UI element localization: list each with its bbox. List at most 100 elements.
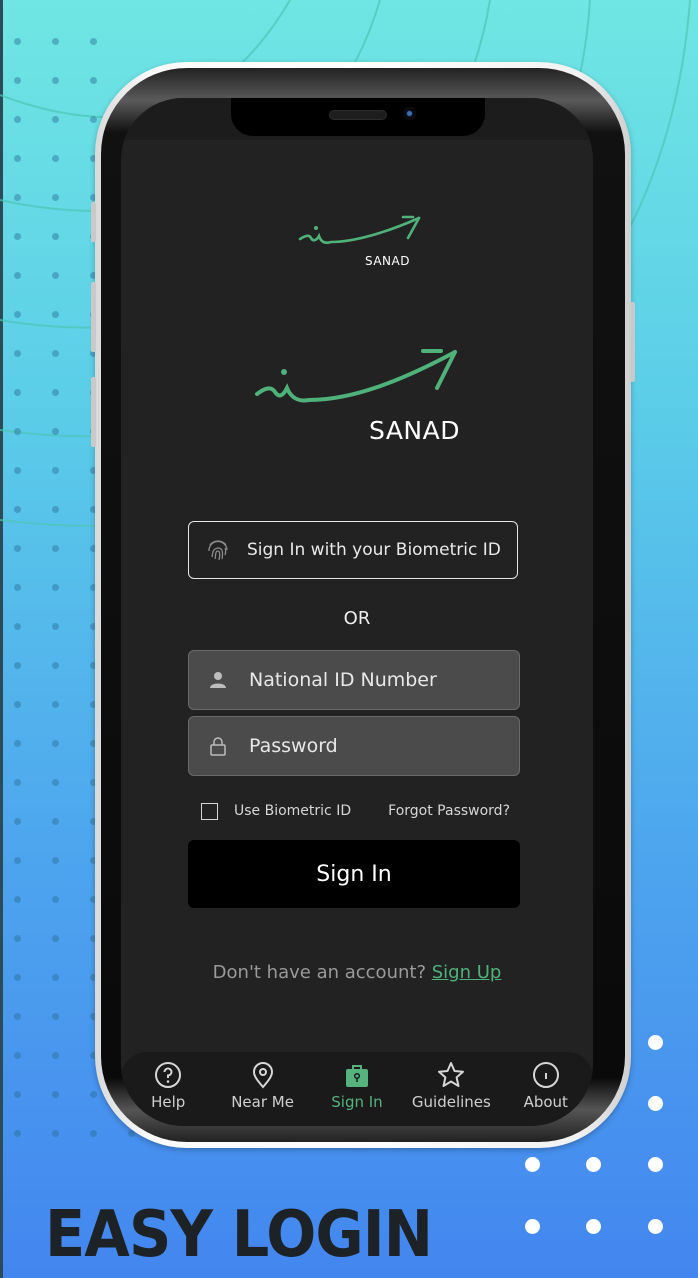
decor-dot: [90, 1130, 97, 1137]
tab-about[interactable]: About: [499, 1052, 593, 1126]
decor-dot: [14, 194, 21, 201]
info-icon: [532, 1062, 559, 1088]
tab-near-me[interactable]: Near Me: [216, 1052, 310, 1126]
login-options-row: Use Biometric ID Forgot Password?: [188, 800, 520, 822]
tab-sign-in-label: Sign In: [331, 1093, 383, 1111]
decor-dot: [14, 1091, 21, 1098]
password-input[interactable]: [247, 734, 501, 758]
lock-icon: [210, 737, 226, 756]
phone-mockup: SANAD SANAD Sign In with your Biometric …: [91, 62, 635, 1148]
phone-volume-up: [91, 282, 96, 352]
decor-dot: [14, 974, 21, 981]
sanad-logo-small-text: SANAD: [365, 254, 410, 268]
decor-dot: [14, 701, 21, 708]
use-biometric-label[interactable]: Use Biometric ID: [234, 803, 351, 819]
decor-dot: [52, 818, 59, 825]
decor-dot-white: [648, 1157, 663, 1172]
decor-dot-white: [648, 1035, 663, 1050]
decor-dot: [52, 38, 59, 45]
decor-dot: [52, 233, 59, 240]
forgot-password-link[interactable]: Forgot Password?: [388, 803, 510, 819]
decor-dot: [52, 116, 59, 123]
tab-sign-in[interactable]: Sign In: [310, 1052, 404, 1126]
national-id-field[interactable]: [188, 650, 520, 710]
decor-dot: [14, 350, 21, 357]
speaker-grille: [329, 110, 387, 120]
decor-dot: [14, 38, 21, 45]
decor-dot: [52, 194, 59, 201]
decor-dot: [52, 623, 59, 630]
decor-dot: [52, 896, 59, 903]
sign-in-button[interactable]: Sign In: [188, 840, 520, 908]
decor-dot: [52, 311, 59, 318]
decor-dot: [14, 155, 21, 162]
decor-dot: [14, 896, 21, 903]
biometric-signin-label: Sign In with your Biometric ID: [247, 540, 501, 560]
decor-dot: [14, 233, 21, 240]
decor-dot: [14, 662, 21, 669]
decor-dot: [52, 389, 59, 396]
decor-dot: [52, 779, 59, 786]
decor-dot-white: [586, 1157, 601, 1172]
decor-dot: [52, 857, 59, 864]
sanad-logo-large-mark: [255, 349, 457, 403]
decor-dot: [14, 935, 21, 942]
decor-dot-white: [648, 1219, 663, 1234]
location-pin-icon: [252, 1062, 273, 1089]
decor-dot: [52, 740, 59, 747]
national-id-input[interactable]: [247, 668, 501, 692]
decor-dot: [14, 779, 21, 786]
decor-dot: [52, 350, 59, 357]
decor-dot: [14, 311, 21, 318]
decor-dot: [14, 389, 21, 396]
decor-dot: [90, 38, 97, 45]
app-screen: SANAD SANAD Sign In with your Biometric …: [121, 98, 593, 1126]
decor-dot: [14, 77, 21, 84]
decor-dot-white: [525, 1219, 540, 1234]
phone-volume-down: [91, 377, 96, 447]
tab-near-me-label: Near Me: [231, 1093, 294, 1111]
biometric-signin-button[interactable]: Sign In with your Biometric ID: [188, 521, 518, 579]
decor-dot: [52, 506, 59, 513]
decor-dot-white: [525, 1157, 540, 1172]
phone-power-button: [630, 302, 635, 382]
decor-dot-white: [648, 1096, 663, 1111]
sign-up-link[interactable]: Sign Up: [432, 962, 502, 983]
tab-help-label: Help: [151, 1093, 186, 1111]
decor-dot: [14, 116, 21, 123]
decor-dot: [90, 77, 97, 84]
phone-notch: [231, 98, 485, 136]
or-divider-label: OR: [343, 608, 371, 629]
decor-dot: [14, 545, 21, 552]
decor-dot: [52, 428, 59, 435]
decor-dot: [14, 623, 21, 630]
decor-dot: [52, 701, 59, 708]
fingerprint-icon: [208, 540, 228, 561]
user-icon: [210, 672, 226, 688]
use-biometric-checkbox[interactable]: [201, 802, 218, 820]
decor-dot: [14, 1013, 21, 1020]
decor-dot: [14, 740, 21, 747]
decor-dot-white: [586, 1219, 601, 1234]
decor-dot: [14, 506, 21, 513]
decor-dot: [52, 1091, 59, 1098]
decor-dot: [14, 1130, 21, 1137]
decor-dot: [90, 116, 97, 123]
decor-dot: [52, 545, 59, 552]
decor-dot: [14, 584, 21, 591]
decor-dot: [14, 272, 21, 279]
phone-mute-switch: [91, 202, 96, 242]
decor-dot: [52, 974, 59, 981]
sanad-logo-small-mark: [298, 215, 421, 245]
tab-help[interactable]: Help: [121, 1052, 215, 1126]
tab-guidelines[interactable]: Guidelines: [404, 1052, 498, 1126]
decor-dot: [52, 1052, 59, 1059]
decor-dot: [14, 467, 21, 474]
signup-prompt: Don't have an account? Sign Up: [121, 962, 593, 983]
help-icon: [155, 1062, 182, 1088]
decor-dot: [52, 467, 59, 474]
password-field[interactable]: [188, 716, 520, 776]
star-icon: [438, 1062, 465, 1087]
decor-dot: [52, 1130, 59, 1137]
tab-guidelines-label: Guidelines: [411, 1093, 491, 1111]
